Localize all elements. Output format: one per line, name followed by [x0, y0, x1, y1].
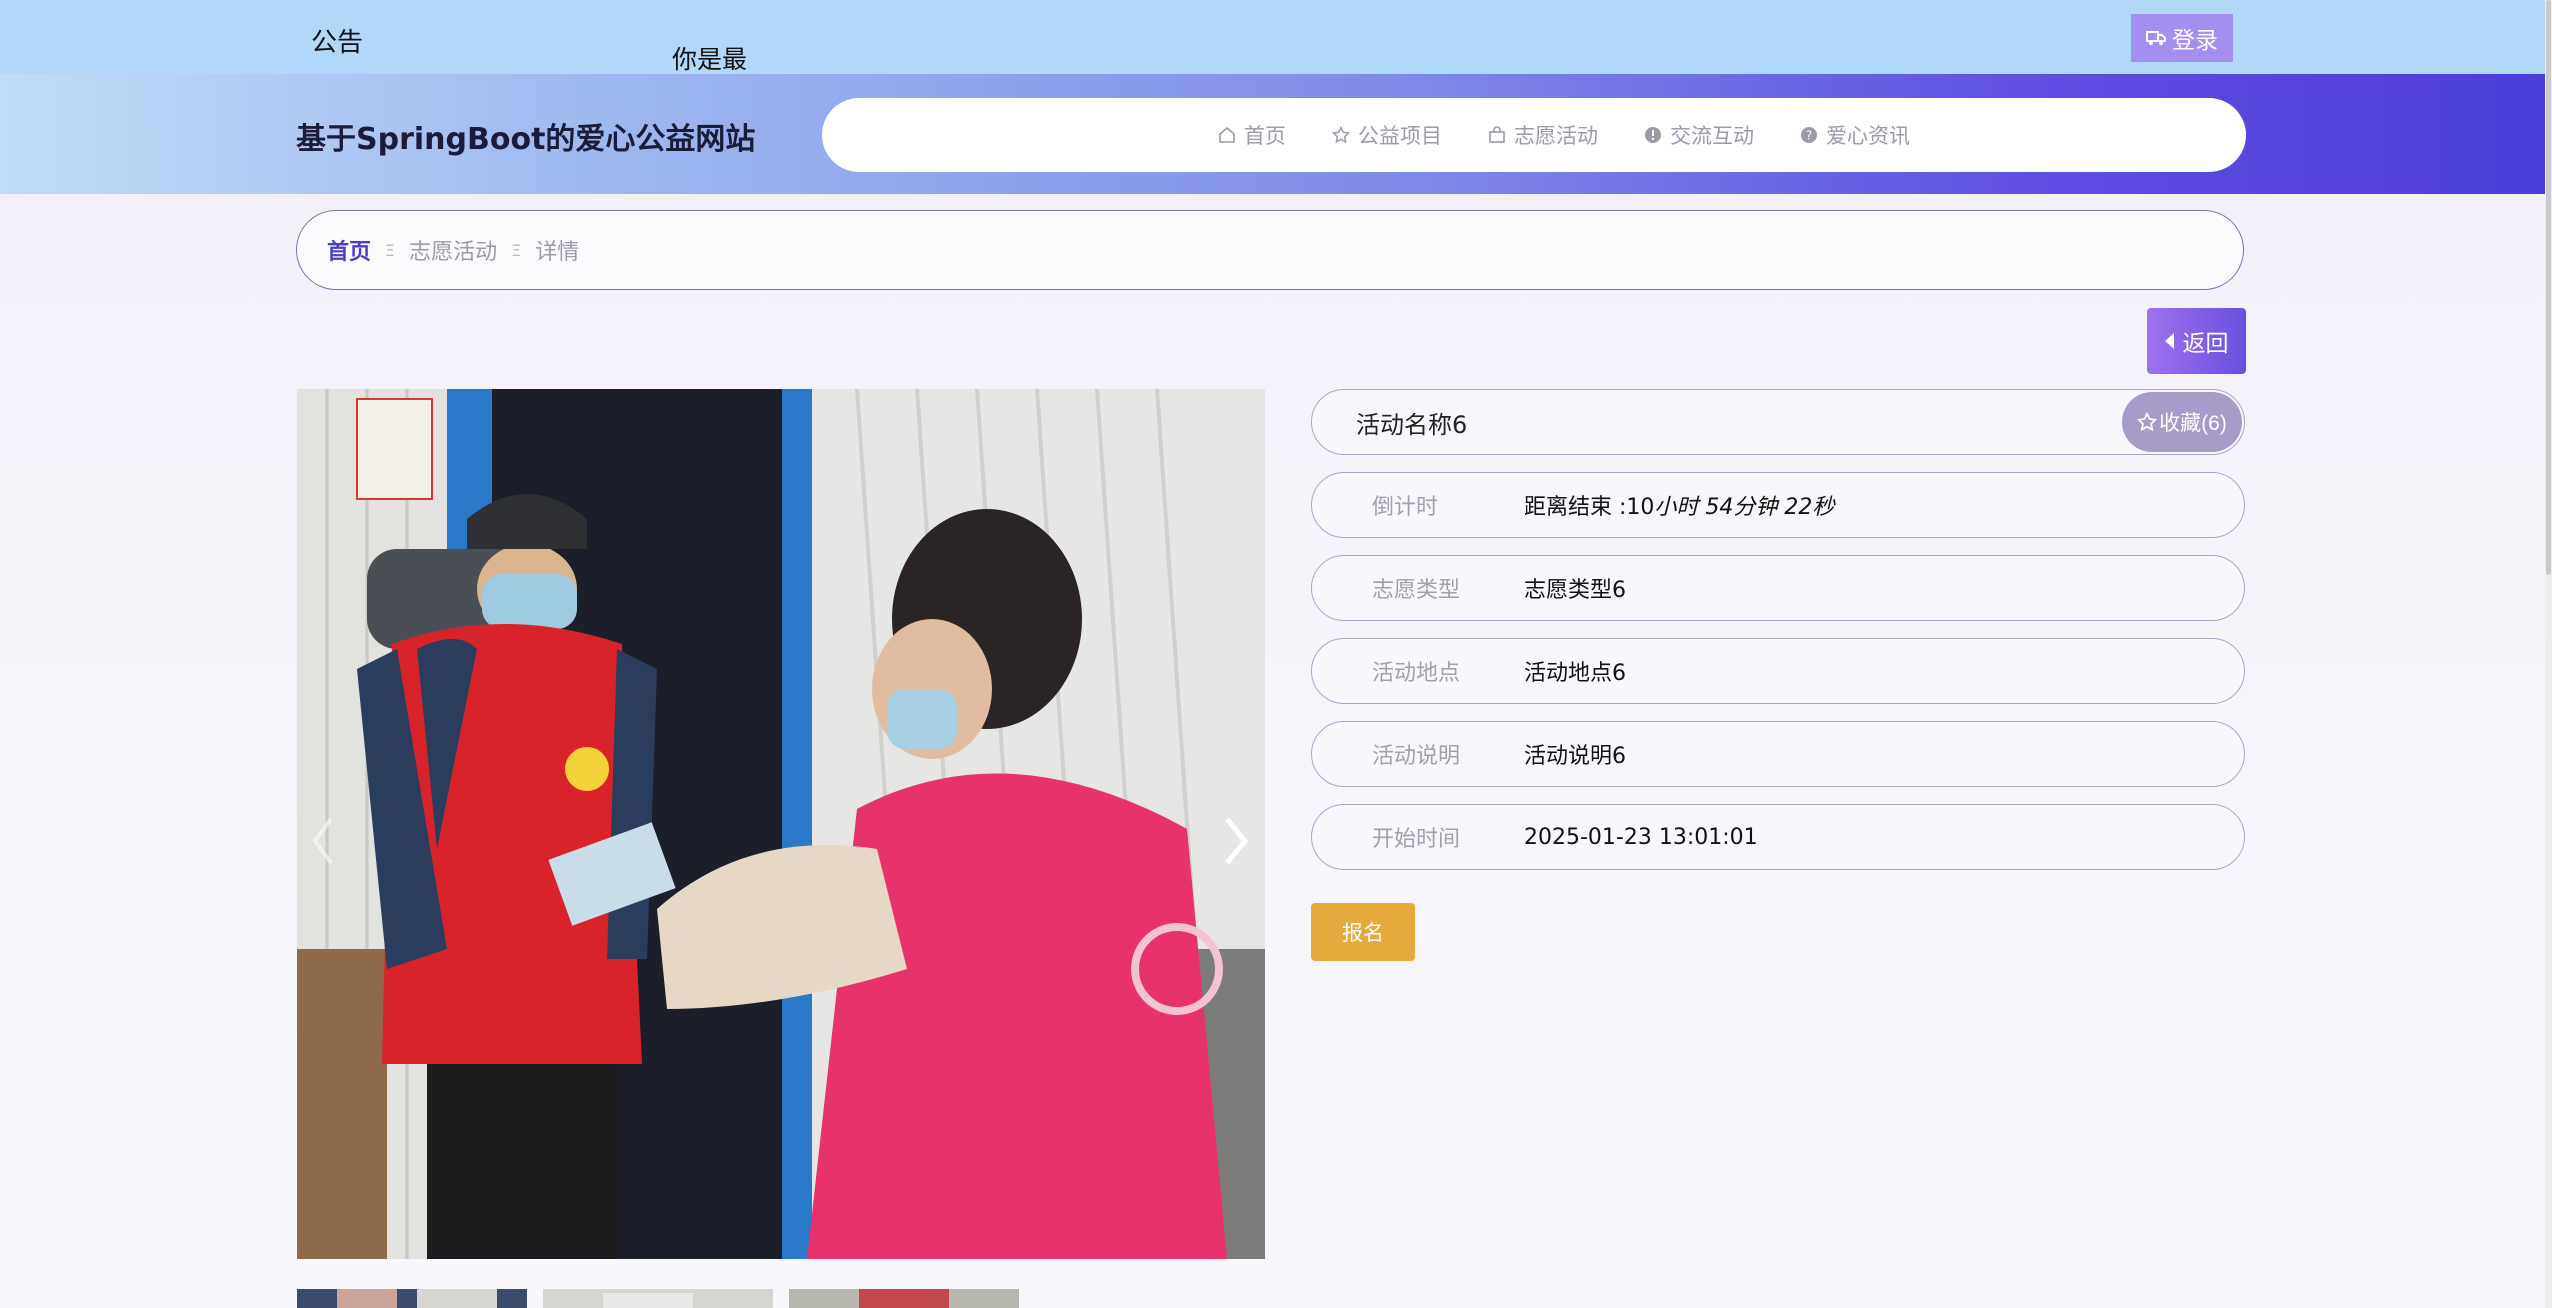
page-scrollbar[interactable] — [2545, 0, 2552, 1308]
start-time-row: 开始时间 2025-01-23 13:01:01 — [1311, 804, 2245, 870]
thumbnail-image — [543, 1289, 773, 1308]
breadcrumb-separator: Ξ — [511, 240, 522, 260]
row-label: 活动说明 — [1372, 744, 1461, 769]
location-row: 活动地点 活动地点6 — [1311, 638, 2245, 704]
breadcrumb: 首页 Ξ 志愿活动 Ξ 详情 — [296, 210, 2244, 290]
login-label: 登录 — [2172, 28, 2218, 54]
nav-item-projects[interactable]: 公益项目 — [1332, 120, 1442, 150]
info-icon — [1645, 127, 1661, 143]
caret-left-icon — [2164, 333, 2174, 349]
main-nav: 首页 公益项目 志愿活动 交流互动 ? 爱心资讯 — [822, 98, 2246, 172]
thumbnail-image — [297, 1289, 527, 1308]
breadcrumb-current: 详情 — [535, 240, 580, 265]
volunteer-type-row: 志愿类型 志愿类型6 — [1311, 555, 2245, 621]
home-icon — [1219, 126, 1235, 143]
notice-label: 公告 — [311, 28, 364, 58]
login-button[interactable]: 登录 — [2131, 14, 2233, 62]
star-icon — [1332, 126, 1350, 144]
svg-text:?: ? — [1806, 129, 1812, 143]
help-icon: ? — [1801, 127, 1817, 143]
truck-icon — [2146, 31, 2166, 45]
nav-item-home[interactable]: 首页 — [1218, 120, 1286, 150]
thumbnail-1[interactable] — [297, 1289, 527, 1308]
notice-marquee-text: 你是最 — [672, 45, 748, 74]
nav-label: 志愿活动 — [1514, 124, 1598, 148]
nav-item-exchange[interactable]: 交流互动 — [1644, 120, 1754, 150]
breadcrumb-section[interactable]: 志愿活动 — [409, 234, 497, 266]
description-row: 活动说明 活动说明6 — [1311, 721, 2245, 787]
row-label: 开始时间 — [1372, 827, 1461, 852]
activity-name: 活动名称6 — [1356, 410, 1468, 439]
activity-image-carousel[interactable] — [297, 389, 1265, 1259]
countdown-row: 倒计时 距离结束 :10 小时 54分钟 22秒 — [1311, 472, 2245, 538]
activity-photo — [297, 389, 1265, 1259]
announcement-bar: 公告 你是最 登录 — [0, 0, 2545, 74]
thumbnail-image — [789, 1289, 1019, 1308]
countdown-prefix: 距离结束 :10 — [1524, 495, 1655, 520]
bag-icon — [1489, 126, 1505, 143]
back-label: 返回 — [2182, 330, 2229, 356]
row-value: 2025-01-23 13:01:01 — [1524, 824, 1758, 850]
favorite-button[interactable]: 收藏(6) — [2122, 392, 2242, 452]
nav-label: 交流互动 — [1670, 124, 1754, 148]
scrollbar-thumb[interactable] — [2546, 0, 2551, 575]
site-title: 基于SpringBoot的爱心公益网站 — [296, 122, 756, 157]
thumbnail-2[interactable] — [543, 1289, 773, 1308]
activity-name-row: 活动名称6 收藏(6) — [1311, 389, 2245, 455]
nav-label: 首页 — [1244, 124, 1286, 148]
row-value: 活动说明6 — [1524, 744, 1626, 769]
nav-item-volunteer[interactable]: 志愿活动 — [1488, 120, 1598, 150]
favorite-label: 收藏(6) — [2159, 412, 2227, 435]
site-header: 基于SpringBoot的爱心公益网站 首页 公益项目 志愿活动 交流互动 ? … — [0, 74, 2545, 194]
nav-label: 公益项目 — [1358, 124, 1442, 148]
countdown-remaining: 小时 54分钟 22秒 — [1654, 495, 1835, 520]
countdown-value: 距离结束 :10 小时 54分钟 22秒 — [1524, 473, 1834, 537]
row-value: 活动地点6 — [1524, 661, 1626, 686]
breadcrumb-home[interactable]: 首页 — [327, 234, 371, 266]
row-label: 活动地点 — [1372, 661, 1461, 686]
star-outline-icon — [2137, 412, 2158, 432]
nav-item-news[interactable]: ? 爱心资讯 — [1800, 120, 1910, 150]
nav-label: 爱心资讯 — [1826, 124, 1910, 148]
breadcrumb-separator: Ξ — [385, 240, 396, 260]
signup-button[interactable]: 报名 — [1311, 903, 1415, 961]
row-label: 倒计时 — [1372, 495, 1439, 520]
row-value: 志愿类型6 — [1524, 578, 1626, 603]
row-label: 志愿类型 — [1372, 578, 1461, 603]
thumbnail-3[interactable] — [789, 1289, 1019, 1308]
back-button[interactable]: 返回 — [2147, 308, 2246, 374]
